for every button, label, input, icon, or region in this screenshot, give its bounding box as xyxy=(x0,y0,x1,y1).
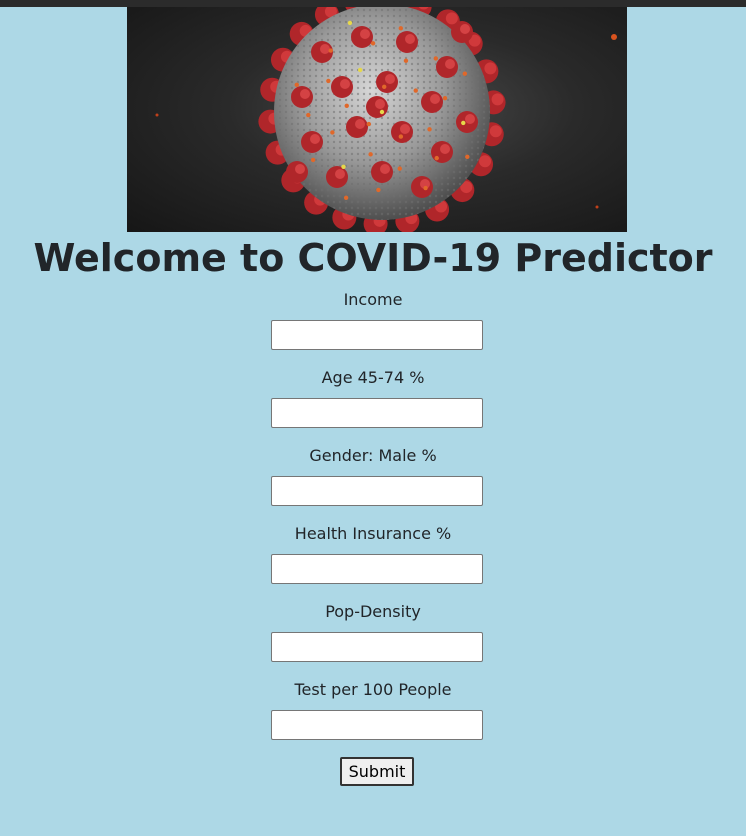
test-per-100-input[interactable] xyxy=(271,710,483,740)
coronavirus-illustration xyxy=(155,7,617,232)
pop-density-input[interactable] xyxy=(271,632,483,662)
gender-male-input[interactable] xyxy=(271,476,483,506)
submit-button[interactable]: Submit xyxy=(340,757,414,786)
income-label: Income xyxy=(343,290,403,309)
page-title: Welcome to COVID-19 Predictor xyxy=(33,236,713,280)
age-45-74-input[interactable] xyxy=(271,398,483,428)
pop-density-label: Pop-Density xyxy=(325,602,421,621)
income-input[interactable] xyxy=(271,320,483,350)
coronavirus-image xyxy=(127,7,627,232)
health-insurance-input[interactable] xyxy=(271,554,483,584)
test-per-100-label: Test per 100 People xyxy=(294,680,452,699)
age-45-74-label: Age 45-74 % xyxy=(321,368,425,387)
browser-top-edge xyxy=(0,0,746,7)
gender-male-label: Gender: Male % xyxy=(309,446,437,465)
health-insurance-label: Health Insurance % xyxy=(294,524,452,543)
